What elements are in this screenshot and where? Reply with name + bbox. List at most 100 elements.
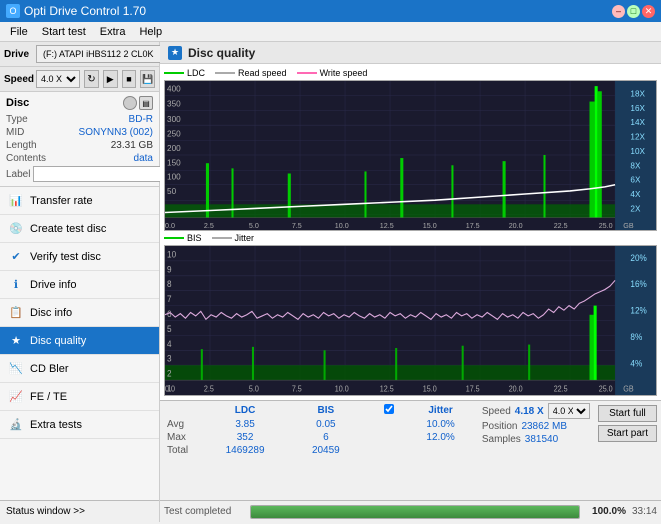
disc-quality-title: Disc quality <box>188 46 255 60</box>
speed-select[interactable]: 4.0 X <box>36 70 80 88</box>
speed-test-button2[interactable]: ■ <box>122 70 137 88</box>
app-icon: O <box>6 4 20 18</box>
verify-test-disc-icon: ✔ <box>8 249 24 265</box>
svg-text:8%: 8% <box>630 332 642 343</box>
svg-text:300: 300 <box>167 115 181 124</box>
nav-fe-te[interactable]: 📈 FE / TE <box>0 383 159 411</box>
jitter-checkbox[interactable] <box>373 403 406 418</box>
ldc-legend-dot <box>164 72 184 74</box>
read-speed-legend-dot <box>215 72 235 74</box>
svg-text:5: 5 <box>167 324 172 335</box>
svg-text:4X: 4X <box>630 190 641 199</box>
jitter-legend-label: Jitter <box>235 233 255 243</box>
jitter-col-header: Jitter <box>405 403 476 418</box>
close-button[interactable]: ✕ <box>642 5 655 18</box>
progress-section: Test completed 100.0% 33:14 <box>160 500 661 522</box>
progress-bar-fill <box>251 506 579 518</box>
svg-text:20.0: 20.0 <box>509 384 523 393</box>
svg-text:12.5: 12.5 <box>380 384 394 393</box>
svg-text:5.0: 5.0 <box>249 222 259 230</box>
svg-text:25.0: 25.0 <box>599 222 613 230</box>
status-window-button[interactable]: Status window >> <box>0 500 159 522</box>
svg-text:14X: 14X <box>630 118 645 127</box>
bis-legend-dot <box>164 237 184 239</box>
main-layout: Drive (F:) ATAPI iHBS112 2 CL0K ⏏ Speed … <box>0 42 661 522</box>
position-label: Position <box>482 421 518 432</box>
nav-extra-tests[interactable]: 🔬 Extra tests <box>0 411 159 439</box>
svg-text:7: 7 <box>167 294 172 305</box>
chart2-container: 20% 16% 12% 8% 4% 10 9 8 7 6 5 4 3 <box>164 245 657 396</box>
nav-drive-info[interactable]: ℹ Drive info <box>0 271 159 299</box>
menu-start-test[interactable]: Start test <box>36 25 92 39</box>
nav-verify-test-disc[interactable]: ✔ Verify test disc <box>0 243 159 271</box>
svg-text:22.5: 22.5 <box>554 384 568 393</box>
sidebar: Drive (F:) ATAPI iHBS112 2 CL0K ⏏ Speed … <box>0 42 160 522</box>
speed-refresh-button[interactable]: ↻ <box>84 70 99 88</box>
svg-text:17.5: 17.5 <box>466 384 480 393</box>
chart1-legend: LDC Read speed Write speed <box>164 68 657 78</box>
start-full-button[interactable]: Start full <box>598 405 657 422</box>
transfer-rate-icon: 📊 <box>8 193 24 209</box>
speed-test-button1[interactable]: ▶ <box>103 70 118 88</box>
avg-jitter: 10.0% <box>405 418 476 431</box>
svg-text:5.0: 5.0 <box>249 384 259 393</box>
svg-text:350: 350 <box>167 100 181 109</box>
cd-bler-icon: 📉 <box>8 361 24 377</box>
mid-value: SONYNN3 (002) <box>79 127 153 138</box>
label-input[interactable] <box>33 166 171 182</box>
speed-control-row: Speed 4.0 X ↻ ▶ ■ 💾 <box>0 67 159 92</box>
label-label: Label <box>6 169 30 180</box>
minimize-button[interactable]: – <box>612 5 625 18</box>
svg-text:100: 100 <box>167 173 181 182</box>
svg-text:16%: 16% <box>630 279 647 290</box>
speed-save-button[interactable]: 💾 <box>140 70 155 88</box>
svg-text:6X: 6X <box>630 176 641 185</box>
svg-text:3: 3 <box>167 353 172 364</box>
contents-value: data <box>134 153 153 164</box>
speed-label: Speed <box>4 74 32 85</box>
svg-text:10X: 10X <box>630 147 645 156</box>
contents-label: Contents <box>6 153 46 164</box>
avg-ldc: 3.85 <box>199 418 291 431</box>
avg-row: Avg 3.85 0.05 10.0% <box>164 418 476 431</box>
avg-bis: 0.05 <box>291 418 360 431</box>
menu-file[interactable]: File <box>4 25 34 39</box>
nav-cd-bler[interactable]: 📉 CD Bler <box>0 355 159 383</box>
svg-text:150: 150 <box>167 158 181 167</box>
stats-panel: LDC BIS Jitter Avg 3.85 0.05 <box>160 400 661 500</box>
nav-label-cd-bler: CD Bler <box>30 363 69 375</box>
menu-help[interactable]: Help <box>133 25 168 39</box>
chart1-container: 18X 16X 14X 12X 10X 8X 6X 4X 2X 400 350 … <box>164 80 657 231</box>
maximize-button[interactable]: □ <box>627 5 640 18</box>
nav-disc-quality[interactable]: ★ Disc quality <box>0 327 159 355</box>
drive-select[interactable]: (F:) ATAPI iHBS112 2 CL0K <box>36 45 174 63</box>
jitter-legend-dot <box>212 237 232 239</box>
disc-panel: Disc ▤ Type BD-R MID SONYNN3 (002) Lengt… <box>0 92 159 187</box>
svg-text:17.5: 17.5 <box>466 222 480 230</box>
total-bis: 20459 <box>291 444 360 457</box>
samples-label: Samples <box>482 434 521 445</box>
disc-icon <box>123 96 137 110</box>
svg-text:0.0: 0.0 <box>165 384 175 393</box>
start-part-button[interactable]: Start part <box>598 425 657 442</box>
disc-icon2: ▤ <box>139 96 153 110</box>
progress-time: 33:14 <box>632 506 657 517</box>
speed-dropdown[interactable]: 4.0 X <box>548 403 590 419</box>
svg-text:15.0: 15.0 <box>423 222 437 230</box>
nav-disc-info[interactable]: 📋 Disc info <box>0 299 159 327</box>
max-jitter: 12.0% <box>405 431 476 444</box>
nav-transfer-rate[interactable]: 📊 Transfer rate <box>0 187 159 215</box>
write-speed-legend-dot <box>297 72 317 74</box>
total-ldc: 1469289 <box>199 444 291 457</box>
menu-extra[interactable]: Extra <box>94 25 132 39</box>
nav-label-extra-tests: Extra tests <box>30 419 82 431</box>
length-label: Length <box>6 140 37 151</box>
nav-label-disc-info: Disc info <box>30 307 72 319</box>
svg-text:7.5: 7.5 <box>292 222 302 230</box>
nav-label-transfer-rate: Transfer rate <box>30 195 93 207</box>
nav-create-test-disc[interactable]: 💿 Create test disc <box>0 215 159 243</box>
nav-label-disc-quality: Disc quality <box>30 335 86 347</box>
write-speed-legend-label: Write speed <box>320 68 368 78</box>
status-window-label: Status window >> <box>6 506 85 517</box>
max-label: Max <box>164 431 199 444</box>
